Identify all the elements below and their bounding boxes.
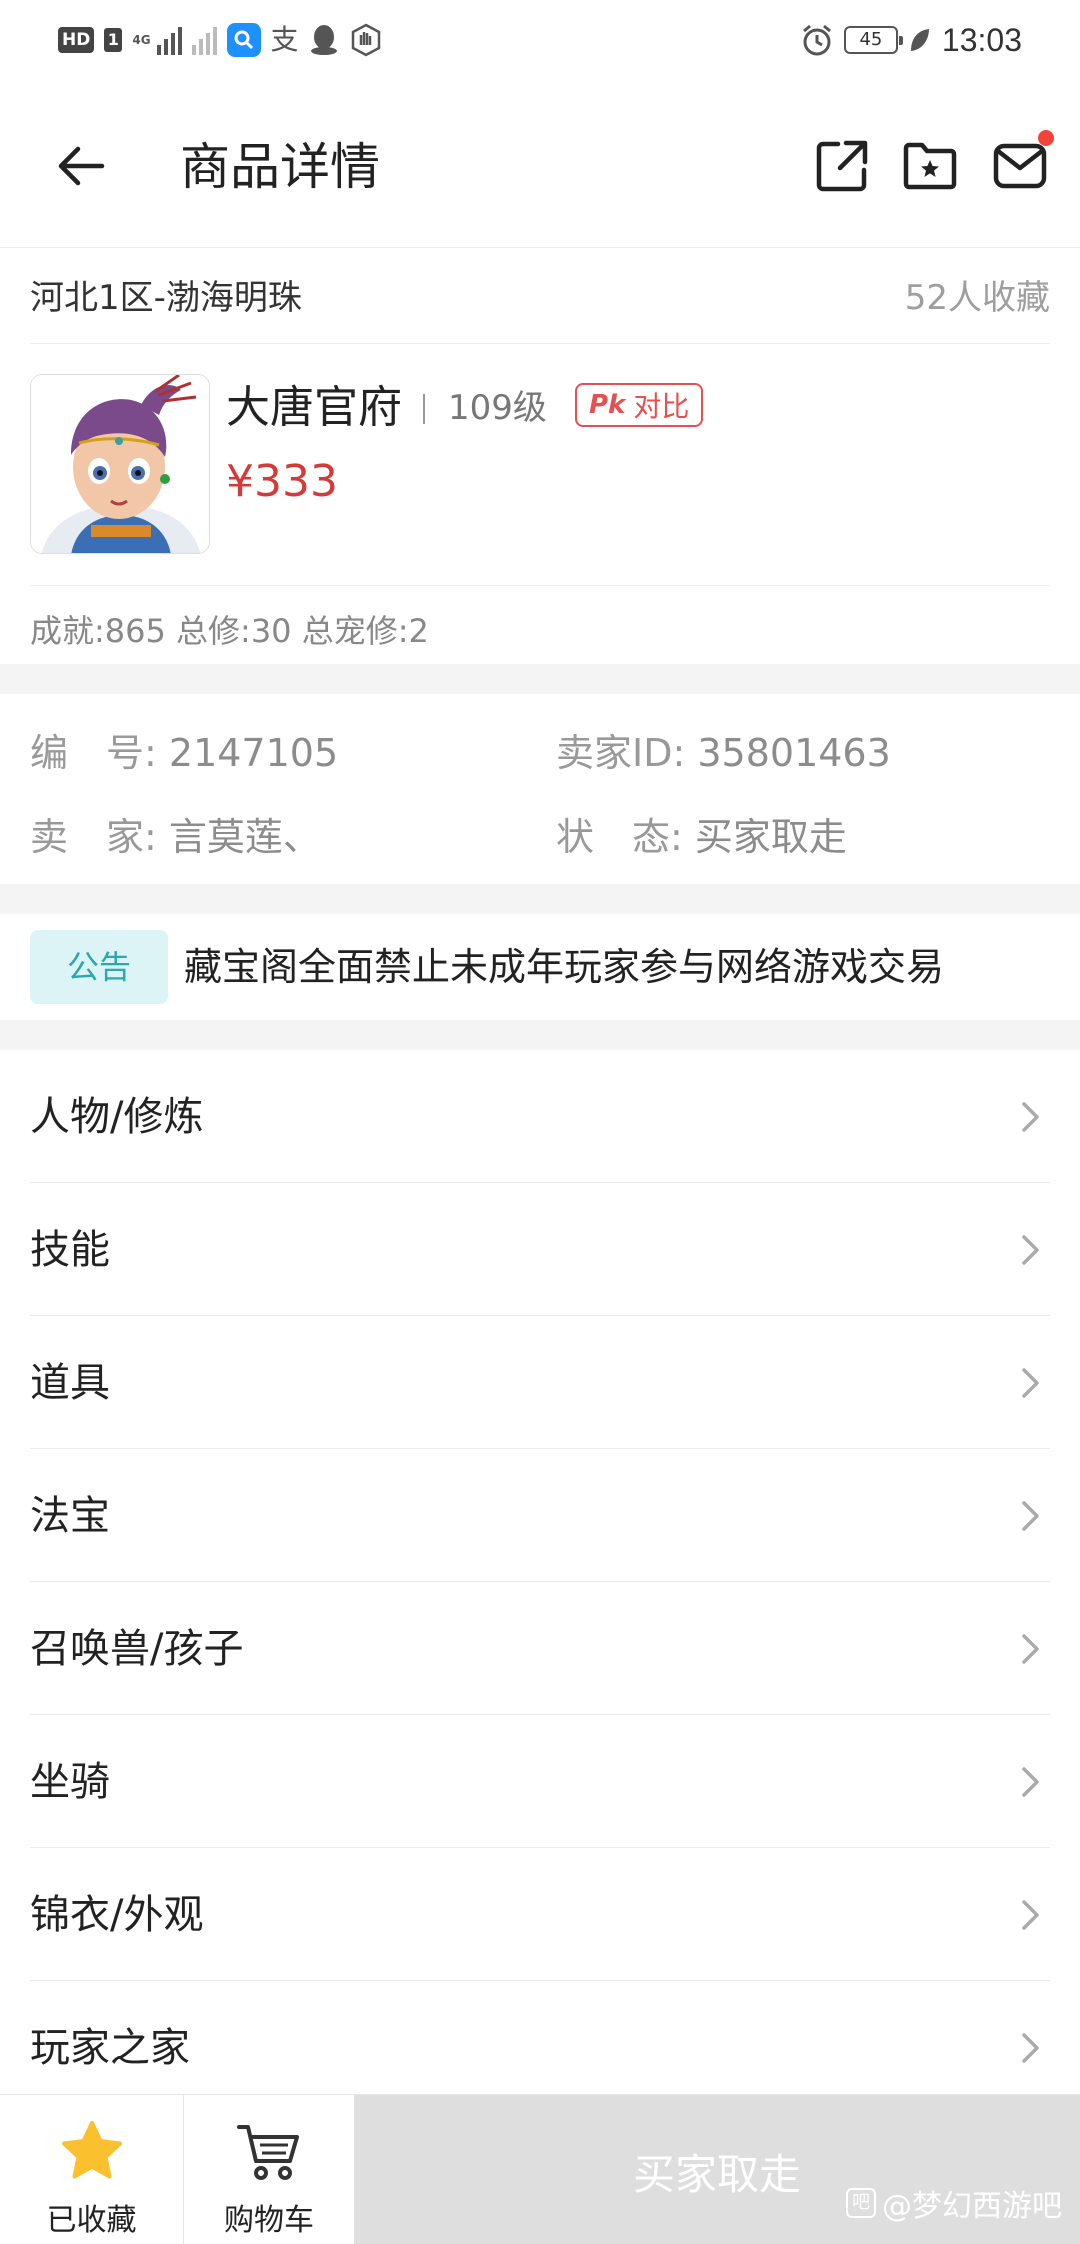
buyer-taken-button[interactable]: 买家取走 吧 @梦幻西游吧	[354, 2095, 1080, 2244]
seller: 卖 家: 言莫莲、	[30, 812, 321, 862]
page-title: 商品详情	[180, 138, 380, 196]
menu-item-label: 坐骑	[30, 1759, 110, 1805]
notice-text: 藏宝阁全面禁止未成年玩家参与网络游戏交易	[184, 945, 945, 989]
server-row: 河北1区-渤海明珠 52人收藏	[30, 250, 1050, 344]
unread-dot	[1038, 130, 1054, 146]
notice-bar[interactable]: 公告 藏宝阁全面禁止未成年玩家参与网络游戏交易	[30, 914, 1050, 1020]
sim-badge: 1	[104, 28, 123, 52]
chevron-right-icon	[1022, 1368, 1039, 1398]
section-divider	[0, 664, 1080, 694]
chevron-right-icon	[1022, 1102, 1039, 1132]
server-name: 河北1区-渤海明珠	[30, 278, 302, 318]
leaf-icon	[910, 29, 929, 51]
menu-item-label: 召唤兽/孩子	[30, 1626, 244, 1672]
hand-icon	[351, 23, 380, 57]
notice-tag: 公告	[30, 930, 168, 1004]
favorite-folder-icon[interactable]	[902, 138, 958, 194]
character-avatar[interactable]	[30, 374, 210, 554]
chevron-right-icon	[1022, 1235, 1039, 1265]
chevron-right-icon	[1022, 1767, 1039, 1797]
signal-icon	[156, 25, 182, 55]
menu-item-label: 道具	[30, 1360, 110, 1406]
compare-label: 对比	[633, 390, 690, 423]
chevron-right-icon	[1022, 1634, 1039, 1664]
search-app-icon	[226, 23, 261, 57]
pk-icon: Pk	[589, 390, 626, 420]
status-left: HD 1 4G 支	[58, 20, 383, 60]
listing-id: 编 号: 2147105	[30, 728, 338, 778]
seller-value: 言莫莲、	[168, 815, 321, 859]
clock: 13:03	[941, 21, 1022, 58]
menu-item-label: 法宝	[30, 1493, 110, 1539]
menu-item-label: 技能	[30, 1227, 110, 1273]
menu-item-outfits[interactable]: 锦衣/外观	[30, 1848, 1050, 1981]
menu-item-treasures[interactable]: 法宝	[30, 1449, 1050, 1582]
qq-icon	[310, 25, 337, 55]
role-card: 大唐官府 109级 Pk 对比 ¥333	[30, 344, 1050, 586]
signal-sim2-icon	[191, 25, 217, 55]
stats-row: 成就:865 总修:30 总宠修:2	[30, 586, 1050, 664]
share-icon[interactable]	[814, 138, 870, 194]
watermark-text: @梦幻西游吧	[882, 2189, 1062, 2224]
message-button[interactable]	[992, 130, 1054, 194]
status-right: 45 13:03	[800, 20, 1022, 60]
favorited-label: 已收藏	[46, 2203, 137, 2238]
cart-label: 购物车	[224, 2203, 314, 2238]
network-type: 4G	[132, 33, 151, 47]
detail-menu-list: 人物/修炼 技能 道具 法宝 召唤兽/孩子 坐骑 锦衣/外观 玩家之家	[30, 1050, 1050, 2114]
status-bar: HD 1 4G 支 45 13:03	[0, 0, 1080, 84]
character-school: 大唐官府	[226, 382, 402, 433]
menu-item-label: 玩家之家	[30, 2025, 190, 2071]
back-arrow-icon[interactable]	[52, 136, 112, 196]
pk-compare-button[interactable]: Pk 对比	[575, 383, 704, 427]
listing-status: 状 态: 买家取走	[556, 812, 847, 862]
favorited-button[interactable]: 已收藏	[0, 2095, 184, 2244]
price: ¥333	[226, 456, 338, 507]
bottom-action-bar: 已收藏 购物车 买家取走 吧 @梦幻西游吧	[0, 2094, 1080, 2244]
seller-label: 卖 家:	[30, 815, 157, 859]
watermark-logo-icon: 吧	[846, 2188, 876, 2218]
cart-icon	[237, 2125, 299, 2180]
seller-id-label: 卖家ID:	[556, 731, 686, 775]
character-level: 109级	[448, 388, 547, 428]
listing-info: 编 号: 2147105 卖家ID: 35801463 卖 家: 言莫莲、 状 …	[30, 694, 1050, 884]
menu-item-mounts[interactable]: 坐骑	[30, 1715, 1050, 1848]
status-value: 买家取走	[694, 815, 847, 859]
alipay-icon: 支	[270, 23, 299, 56]
alarm-icon	[802, 24, 831, 56]
hd-badge: HD	[58, 27, 95, 53]
menu-item-label: 锦衣/外观	[30, 1892, 204, 1938]
top-nav-bar: 商品详情	[0, 84, 1080, 248]
message-icon	[993, 143, 1047, 189]
menu-item-pets[interactable]: 召唤兽/孩子	[30, 1582, 1050, 1715]
chevron-right-icon	[1022, 1501, 1039, 1531]
menu-item-skills[interactable]: 技能	[30, 1183, 1050, 1316]
menu-item-character[interactable]: 人物/修炼	[30, 1050, 1050, 1183]
divider	[423, 394, 425, 424]
chevron-right-icon	[1022, 2033, 1039, 2063]
character-stats: 成就:865 总修:30 总宠修:2	[30, 612, 429, 650]
seller-id: 卖家ID: 35801463	[556, 728, 891, 778]
section-divider	[0, 884, 1080, 914]
seller-id-value: 35801463	[697, 731, 891, 775]
watermark: 吧 @梦幻西游吧	[846, 2181, 1062, 2225]
listing-id-value: 2147105	[168, 731, 339, 775]
section-divider	[0, 1020, 1080, 1050]
menu-item-items[interactable]: 道具	[30, 1316, 1050, 1449]
chevron-right-icon	[1022, 1900, 1039, 1930]
status-label: 状 态:	[556, 815, 683, 859]
listing-id-label: 编 号:	[30, 731, 157, 775]
cart-button[interactable]: 购物车	[184, 2095, 354, 2244]
character-portrait-image	[31, 375, 209, 553]
menu-item-label: 人物/修炼	[30, 1094, 204, 1140]
favorite-count: 52人收藏	[904, 278, 1050, 318]
battery-indicator: 45	[843, 26, 903, 54]
star-icon	[61, 2121, 122, 2179]
